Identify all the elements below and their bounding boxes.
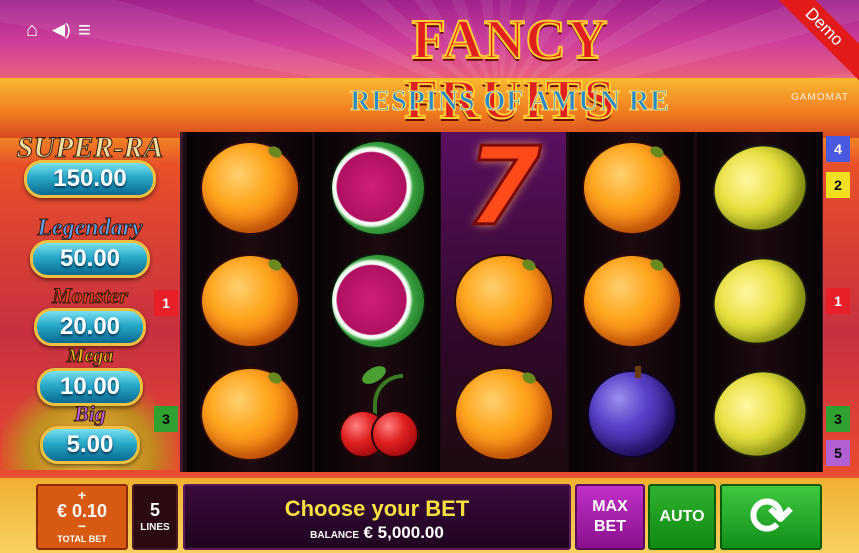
reel-3: 7 [441,132,566,472]
status-message: Choose your BET [284,496,470,521]
message-panel: Choose your BET BALANCE € 5,000.00 [183,484,571,550]
right-line-5: 5 [826,440,850,466]
balance-label: BALANCE [310,530,360,541]
jackpot-monster: Monster 20.00 [6,283,174,346]
right-line-3: 3 [826,406,850,432]
reel-cell: 7 [441,132,566,244]
right-line-1: 1 [826,288,850,314]
reel-area: 7 [180,123,823,472]
reel-cell [569,132,694,244]
total-bet-label: TOTAL BET [57,534,107,544]
auto-label: AUTO [659,508,705,525]
melon-symbol [313,236,442,366]
jackpot-label: Legendary [37,215,143,241]
menu-icon[interactable]: ≡ [78,19,91,41]
reel-cell [569,245,694,357]
bet-decrease-button[interactable]: − [38,519,126,533]
orange-symbol [455,256,552,346]
orange-symbol [201,369,298,459]
max-bet-label-1: MAX [592,498,628,515]
spin-button[interactable]: ⟳ [720,484,822,550]
reel-4 [569,132,694,472]
cherry-symbol [333,362,423,462]
jackpot-super-ra: SUPER-RA 150.00 [6,131,174,198]
jackpot-label: Big [74,401,107,426]
lemon-symbol [702,133,817,243]
reel-cell [697,358,822,470]
bet-increase-button[interactable]: + [38,488,126,502]
lemon-symbol [702,359,817,469]
reel-5 [697,132,822,472]
lemon-symbol [702,246,817,356]
left-line-1: 1 [154,290,178,316]
jackpot-label: SUPER-RA [16,131,164,164]
jackpot-label: Mega [66,345,114,368]
right-line-2: 2 [826,172,850,198]
lines-display: 5 LINES [132,484,178,550]
jackpot-legendary: Legendary 50.00 [6,216,174,278]
left-line-3: 3 [154,406,178,432]
jackpot-value: 150.00 [24,160,156,198]
jackpot-value: 20.00 [34,308,146,346]
sound-icon[interactable]: ◀) [52,20,71,40]
game-subtitle: RESPINS OF AMUN RE [350,86,670,118]
lines-label: LINES [140,522,170,533]
plum-symbol [588,366,675,456]
lines-value: 5 [149,500,160,520]
jackpot-label: Monster [52,283,129,308]
max-bet-label-2: BET [594,518,626,535]
orange-symbol [583,143,680,233]
max-bet-button[interactable]: MAX BET [575,484,645,550]
reel-cell [697,132,822,244]
home-icon[interactable]: ⌂ [26,20,38,40]
reel-cell [313,123,442,253]
reel-1 [187,132,312,472]
melon-symbol [313,123,442,253]
brand-logo: GAMOMAT [791,92,849,103]
game-stage: ⌂ ◀) ≡ Demo FANCY FRUITS RESPINS OF AMUN… [0,0,859,553]
orange-symbol [201,143,298,233]
reel-cell [187,358,312,470]
total-bet-control[interactable]: + € 0.10 − TOTAL BET [36,484,128,550]
orange-symbol [583,256,680,346]
reel-cell [697,245,822,357]
jackpot-mega: Mega 10.00 [6,344,174,406]
balance-value: € 5,000.00 [363,523,444,542]
reel-cell [441,358,566,470]
auto-button[interactable]: AUTO [648,484,716,550]
orange-symbol [201,256,298,346]
reel-cell [187,245,312,357]
jackpot-big: Big 5.00 [6,401,174,464]
reel-cell [569,358,694,470]
right-line-4: 4 [826,136,850,162]
reel-cell [441,245,566,357]
jackpot-value: 5.00 [40,426,140,464]
reel-cell [187,132,312,244]
orange-symbol [455,369,552,459]
jackpot-value: 50.00 [30,240,150,278]
seven-symbol: 7 [464,125,542,250]
spin-icon: ⟳ [749,488,793,546]
reel-cell [313,236,442,366]
reel-2 [313,123,442,472]
reel-cell [315,358,440,470]
